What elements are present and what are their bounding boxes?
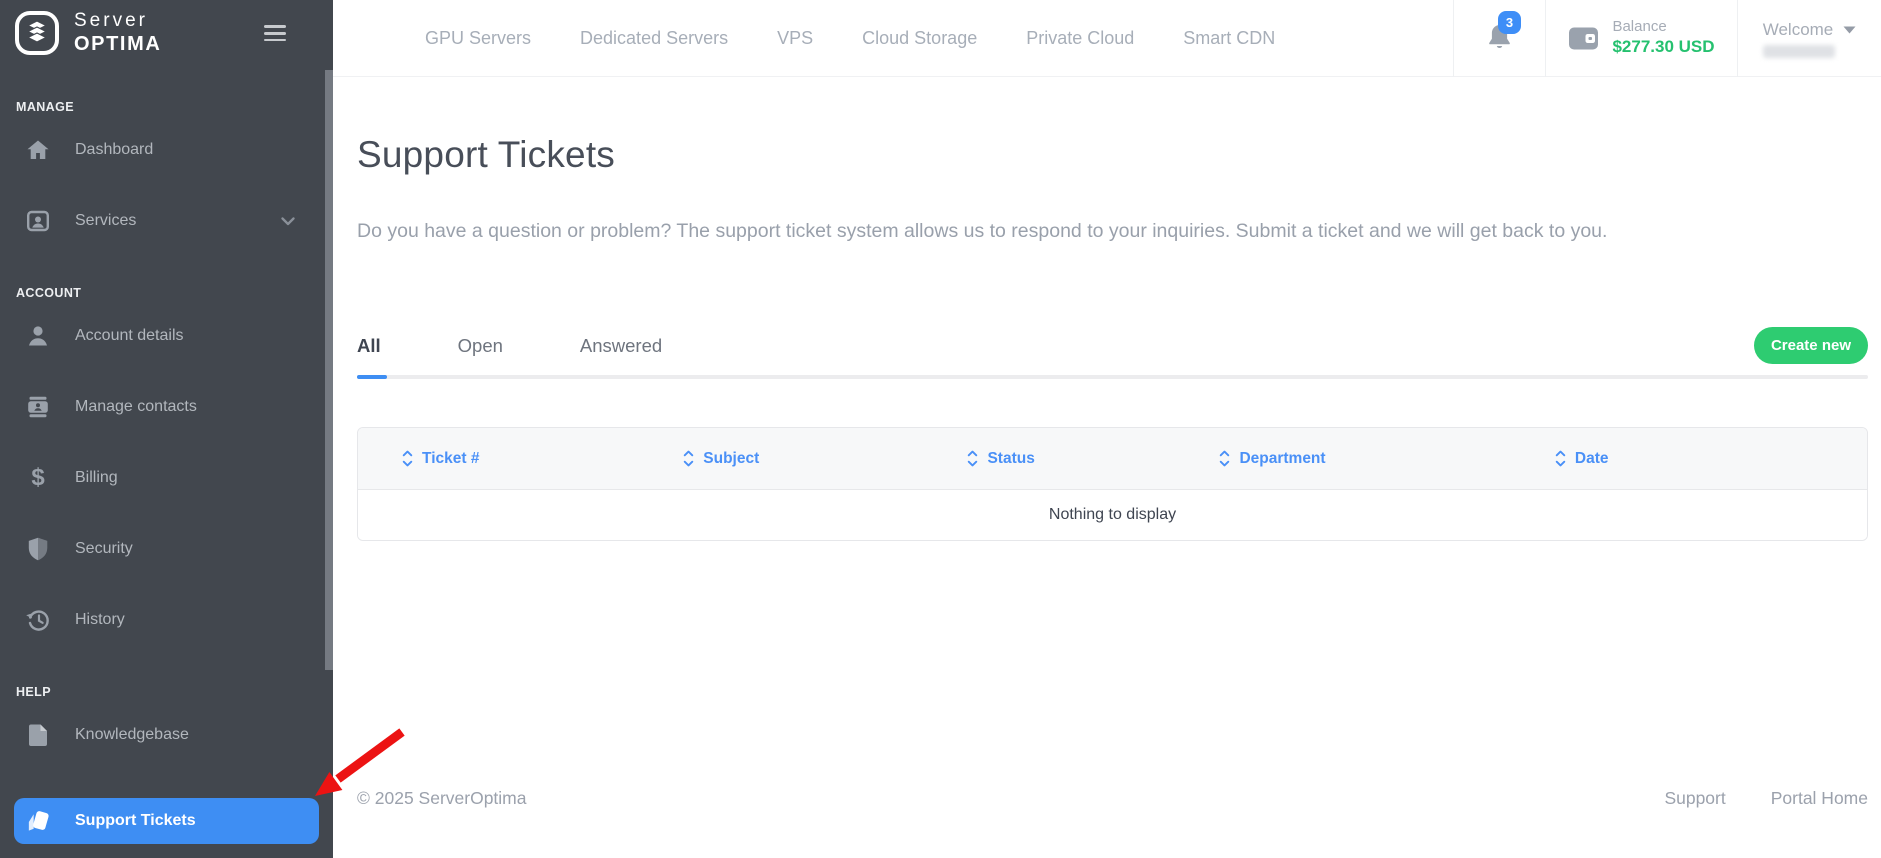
column-header-date[interactable]: Date bbox=[1555, 450, 1867, 468]
sidebar-item-label: Dashboard bbox=[75, 141, 154, 158]
page-description: Do you have a question or problem? The s… bbox=[357, 220, 1608, 242]
caret-down-icon bbox=[1843, 26, 1856, 33]
tab-underline-track bbox=[357, 375, 1868, 379]
nav-vps[interactable]: VPS bbox=[777, 28, 813, 49]
header-controls: 3 Balance $277.30 USD Welcome bbox=[1453, 0, 1881, 77]
footer: © 2025 ServerOptima Support Portal Home bbox=[357, 788, 1868, 809]
sidebar-item-label: Account details bbox=[75, 327, 184, 344]
nav-dedicated-servers[interactable]: Dedicated Servers bbox=[580, 28, 728, 49]
balance-label: Balance bbox=[1612, 18, 1667, 36]
sidebar-item-label: Manage contacts bbox=[75, 398, 197, 415]
column-header-ticket[interactable]: Ticket # bbox=[402, 450, 683, 468]
column-label: Status bbox=[987, 449, 1035, 467]
chevron-down-icon bbox=[281, 216, 295, 226]
user-name-redacted bbox=[1762, 44, 1835, 58]
notification-count-badge: 3 bbox=[1498, 11, 1521, 34]
section-title-manage: MANAGE bbox=[16, 100, 74, 114]
history-clock-icon bbox=[25, 608, 51, 632]
user-menu[interactable]: Welcome bbox=[1737, 0, 1881, 77]
section-title-help: HELP bbox=[16, 685, 51, 699]
footer-link-portal-home[interactable]: Portal Home bbox=[1771, 788, 1868, 809]
page-title: Support Tickets bbox=[357, 134, 616, 175]
column-label: Subject bbox=[703, 449, 760, 467]
sidebar: Server OPTIMA MANAGE Dashboard Services bbox=[0, 0, 333, 858]
sidebar-item-manage-contacts[interactable]: Manage contacts bbox=[14, 392, 319, 422]
column-label: Department bbox=[1239, 449, 1326, 467]
tickets-icon bbox=[25, 808, 51, 835]
sidebar-item-label: History bbox=[75, 611, 125, 628]
top-header: GPU Servers Dedicated Servers VPS Cloud … bbox=[333, 0, 1881, 77]
footer-links: Support Portal Home bbox=[1664, 788, 1868, 809]
menu-toggle-icon[interactable] bbox=[263, 17, 287, 50]
contact-card-icon bbox=[25, 395, 51, 419]
column-header-status[interactable]: Status bbox=[967, 450, 1219, 468]
nav-cloud-storage[interactable]: Cloud Storage bbox=[862, 28, 977, 49]
notifications-button[interactable]: 3 bbox=[1453, 0, 1545, 77]
table-header-row: Ticket # Subject Status Department Date bbox=[358, 428, 1867, 490]
top-nav: GPU Servers Dedicated Servers VPS Cloud … bbox=[425, 0, 1275, 77]
column-label: Ticket # bbox=[422, 449, 480, 467]
sidebar-item-security[interactable]: Security bbox=[14, 534, 319, 564]
welcome-label: Welcome bbox=[1762, 19, 1834, 39]
sidebar-nav: MANAGE Dashboard Services ACCOUNT Accoun… bbox=[0, 100, 333, 844]
column-header-department[interactable]: Department bbox=[1219, 450, 1554, 468]
sidebar-item-label: Services bbox=[75, 212, 137, 229]
tickets-table: Ticket # Subject Status Department Date … bbox=[357, 427, 1868, 541]
section-title-account: ACCOUNT bbox=[16, 286, 82, 300]
sidebar-item-label: Security bbox=[75, 540, 133, 557]
footer-link-support[interactable]: Support bbox=[1664, 788, 1725, 809]
services-badge-icon bbox=[25, 209, 51, 233]
tab-open[interactable]: Open bbox=[458, 335, 503, 357]
sidebar-item-account-details[interactable]: Account details bbox=[14, 321, 319, 351]
sort-icon bbox=[402, 450, 413, 467]
dollar-icon: $ bbox=[31, 464, 45, 491]
balance-amount: $277.30 USD bbox=[1612, 37, 1715, 57]
sort-icon bbox=[968, 450, 978, 467]
sidebar-item-label: Billing bbox=[75, 469, 118, 486]
column-label: Date bbox=[1574, 449, 1609, 467]
sidebar-item-services[interactable]: Services bbox=[14, 206, 319, 236]
sidebar-item-label: Knowledgebase bbox=[75, 726, 189, 743]
sidebar-item-billing[interactable]: $ Billing bbox=[14, 463, 319, 493]
sidebar-item-dashboard[interactable]: Dashboard bbox=[14, 135, 319, 165]
shield-icon bbox=[25, 537, 51, 561]
nav-gpu-servers[interactable]: GPU Servers bbox=[425, 28, 531, 49]
sort-icon bbox=[1555, 450, 1566, 467]
document-icon bbox=[25, 723, 51, 747]
tab-active-indicator bbox=[357, 375, 387, 379]
tabs-row: All Open Answered Create new bbox=[357, 327, 1868, 364]
tab-all[interactable]: All bbox=[357, 335, 381, 357]
sidebar-item-support-tickets[interactable]: Support Tickets bbox=[14, 798, 319, 844]
nav-private-cloud[interactable]: Private Cloud bbox=[1026, 28, 1134, 49]
copyright-text: © 2025 ServerOptima bbox=[357, 788, 527, 808]
sort-icon bbox=[684, 450, 694, 467]
brand-name-top: Server bbox=[74, 10, 148, 32]
wallet-icon bbox=[1569, 27, 1599, 50]
sidebar-item-history[interactable]: History bbox=[14, 605, 319, 635]
sort-icon bbox=[1220, 450, 1230, 467]
sidebar-scrollbar[interactable] bbox=[325, 70, 333, 670]
balance-widget[interactable]: Balance $277.30 USD bbox=[1545, 0, 1737, 77]
sidebar-item-label: Support Tickets bbox=[75, 812, 196, 829]
create-new-button[interactable]: Create new bbox=[1753, 327, 1868, 364]
main-content: Support Tickets Do you have a question o… bbox=[333, 77, 1881, 858]
tab-answered[interactable]: Answered bbox=[580, 335, 662, 357]
logo-icon bbox=[15, 11, 59, 55]
brand-name-bottom: OPTIMA bbox=[74, 32, 162, 55]
column-header-subject[interactable]: Subject bbox=[683, 450, 967, 468]
home-icon bbox=[25, 140, 51, 160]
table-empty-message: Nothing to display bbox=[358, 490, 1867, 540]
nav-smart-cdn[interactable]: Smart CDN bbox=[1183, 28, 1275, 49]
person-icon bbox=[25, 325, 51, 347]
sidebar-item-knowledgebase[interactable]: Knowledgebase bbox=[14, 720, 319, 750]
